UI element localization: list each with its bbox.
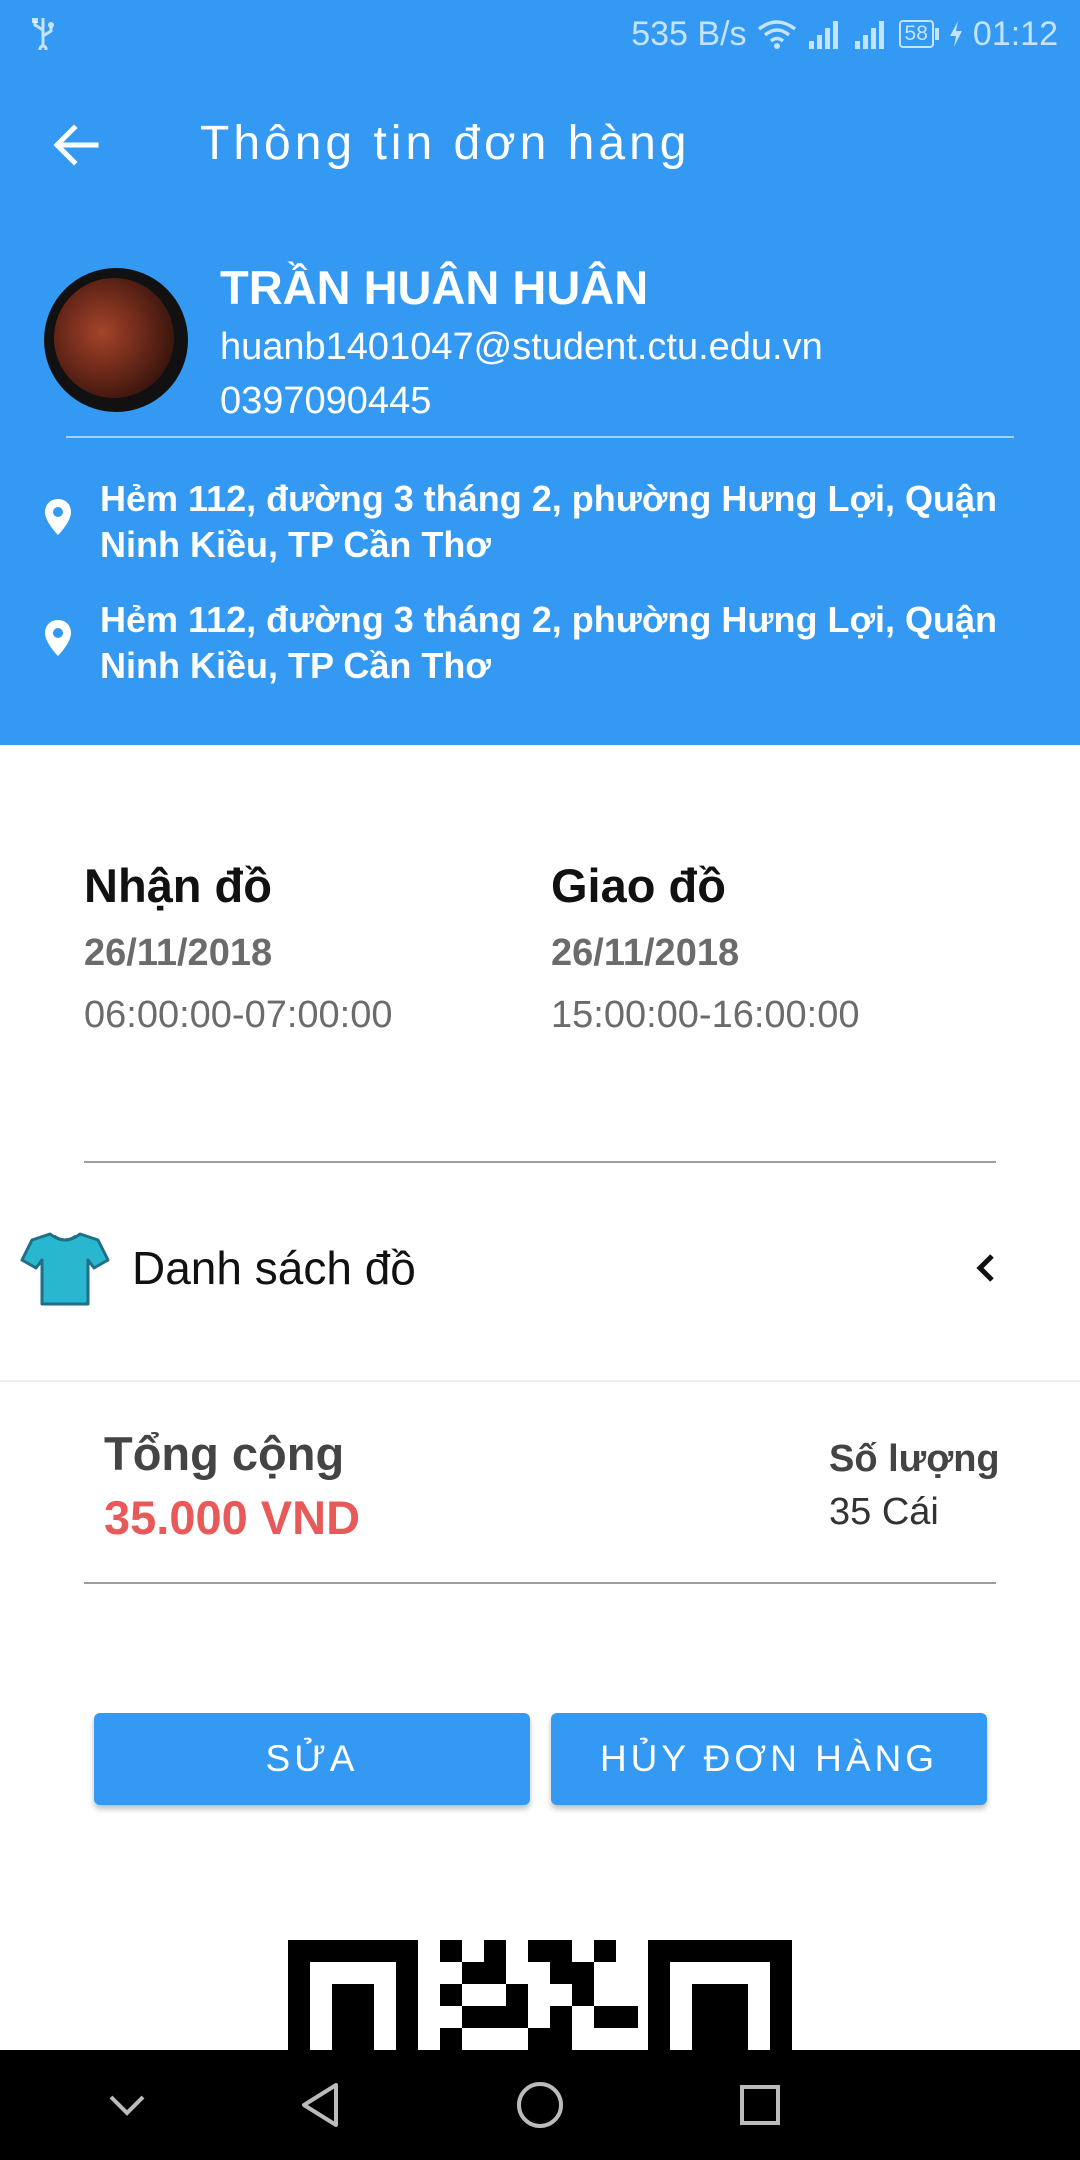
usb-icon (28, 16, 58, 50)
system-nav-bar (0, 2050, 1080, 2160)
triangle-back-icon (302, 2083, 338, 2127)
nav-back-button[interactable] (270, 2050, 370, 2160)
clothes-list-label: Danh sách đồ (132, 1242, 416, 1294)
customer-email: huanb1401047@student.ctu.edu.vn (220, 326, 823, 368)
clothes-list-toggle[interactable]: Danh sách đồ (0, 1208, 1080, 1328)
back-button[interactable] (42, 114, 110, 176)
nav-hide-button[interactable] (77, 2050, 177, 2160)
address-text: Hẻm 112, đường 3 tháng 2, phường Hưng Lợ… (100, 478, 998, 565)
quantity-label: Số lượng (829, 1438, 1000, 1480)
divider (84, 1161, 996, 1163)
status-bar: 535 B/s 58 01:12 (0, 0, 1080, 68)
address-text: Hẻm 112, đường 3 tháng 2, phường Hưng Lợ… (100, 599, 998, 686)
cancel-order-button[interactable]: HỦY ĐƠN HÀNG (551, 1713, 987, 1805)
tshirt-icon (20, 1230, 110, 1308)
wifi-icon (757, 19, 797, 49)
pickup-address: Hẻm 112, đường 3 tháng 2, phường Hưng Lợ… (44, 476, 1024, 568)
chevron-down-icon (109, 2095, 145, 2116)
quantity-value: 35 Cái (829, 1491, 939, 1533)
page-title: Thông tin đơn hàng (200, 117, 691, 170)
total-label: Tổng cộng (104, 1427, 345, 1480)
delivery-address: Hẻm 112, đường 3 tháng 2, phường Hưng Lợ… (44, 597, 1024, 689)
square-recents-icon (740, 2085, 780, 2125)
pickup-time: 06:00:00-07:00:00 (84, 994, 393, 1036)
location-pin-icon (44, 597, 100, 689)
divider (84, 1582, 996, 1584)
avatar (44, 268, 188, 412)
divider (0, 1380, 1080, 1382)
chevron-left-icon[interactable] (968, 1246, 1004, 1290)
customer-name: TRẦN HUÂN HUÂN (220, 261, 649, 314)
delivery-schedule: Giao đồ 26/11/2018 15:00:00-16:00:00 (551, 856, 860, 1040)
edit-button[interactable]: SỬA (94, 1713, 530, 1805)
signal-icon-2 (853, 19, 889, 49)
network-speed: 535 B/s (631, 14, 747, 53)
circle-home-icon (517, 2082, 563, 2128)
delivery-time: 15:00:00-16:00:00 (551, 994, 860, 1036)
delivery-date: 26/11/2018 (551, 932, 740, 974)
battery-level: 58 (898, 20, 934, 48)
pickup-schedule: Nhận đồ 26/11/2018 06:00:00-07:00:00 (84, 856, 393, 1040)
delivery-label: Giao đồ (551, 859, 726, 912)
toolbar: Thông tin đơn hàng (0, 92, 1080, 198)
signal-icon (807, 19, 843, 49)
customer-phone: 0397090445 (220, 380, 432, 422)
nav-recents-button[interactable] (710, 2050, 810, 2160)
nav-home-button[interactable] (490, 2050, 590, 2160)
divider (66, 436, 1014, 438)
total-value: 35.000 VND (104, 1491, 361, 1544)
battery-icon: 58 (898, 20, 939, 48)
pickup-label: Nhận đồ (84, 859, 272, 912)
clock: 01:12 (972, 14, 1058, 53)
pickup-date: 26/11/2018 (84, 932, 273, 974)
location-pin-icon (44, 476, 100, 568)
arrow-left-icon (53, 124, 99, 166)
qr-code (288, 1940, 792, 2050)
charging-icon (949, 20, 963, 48)
